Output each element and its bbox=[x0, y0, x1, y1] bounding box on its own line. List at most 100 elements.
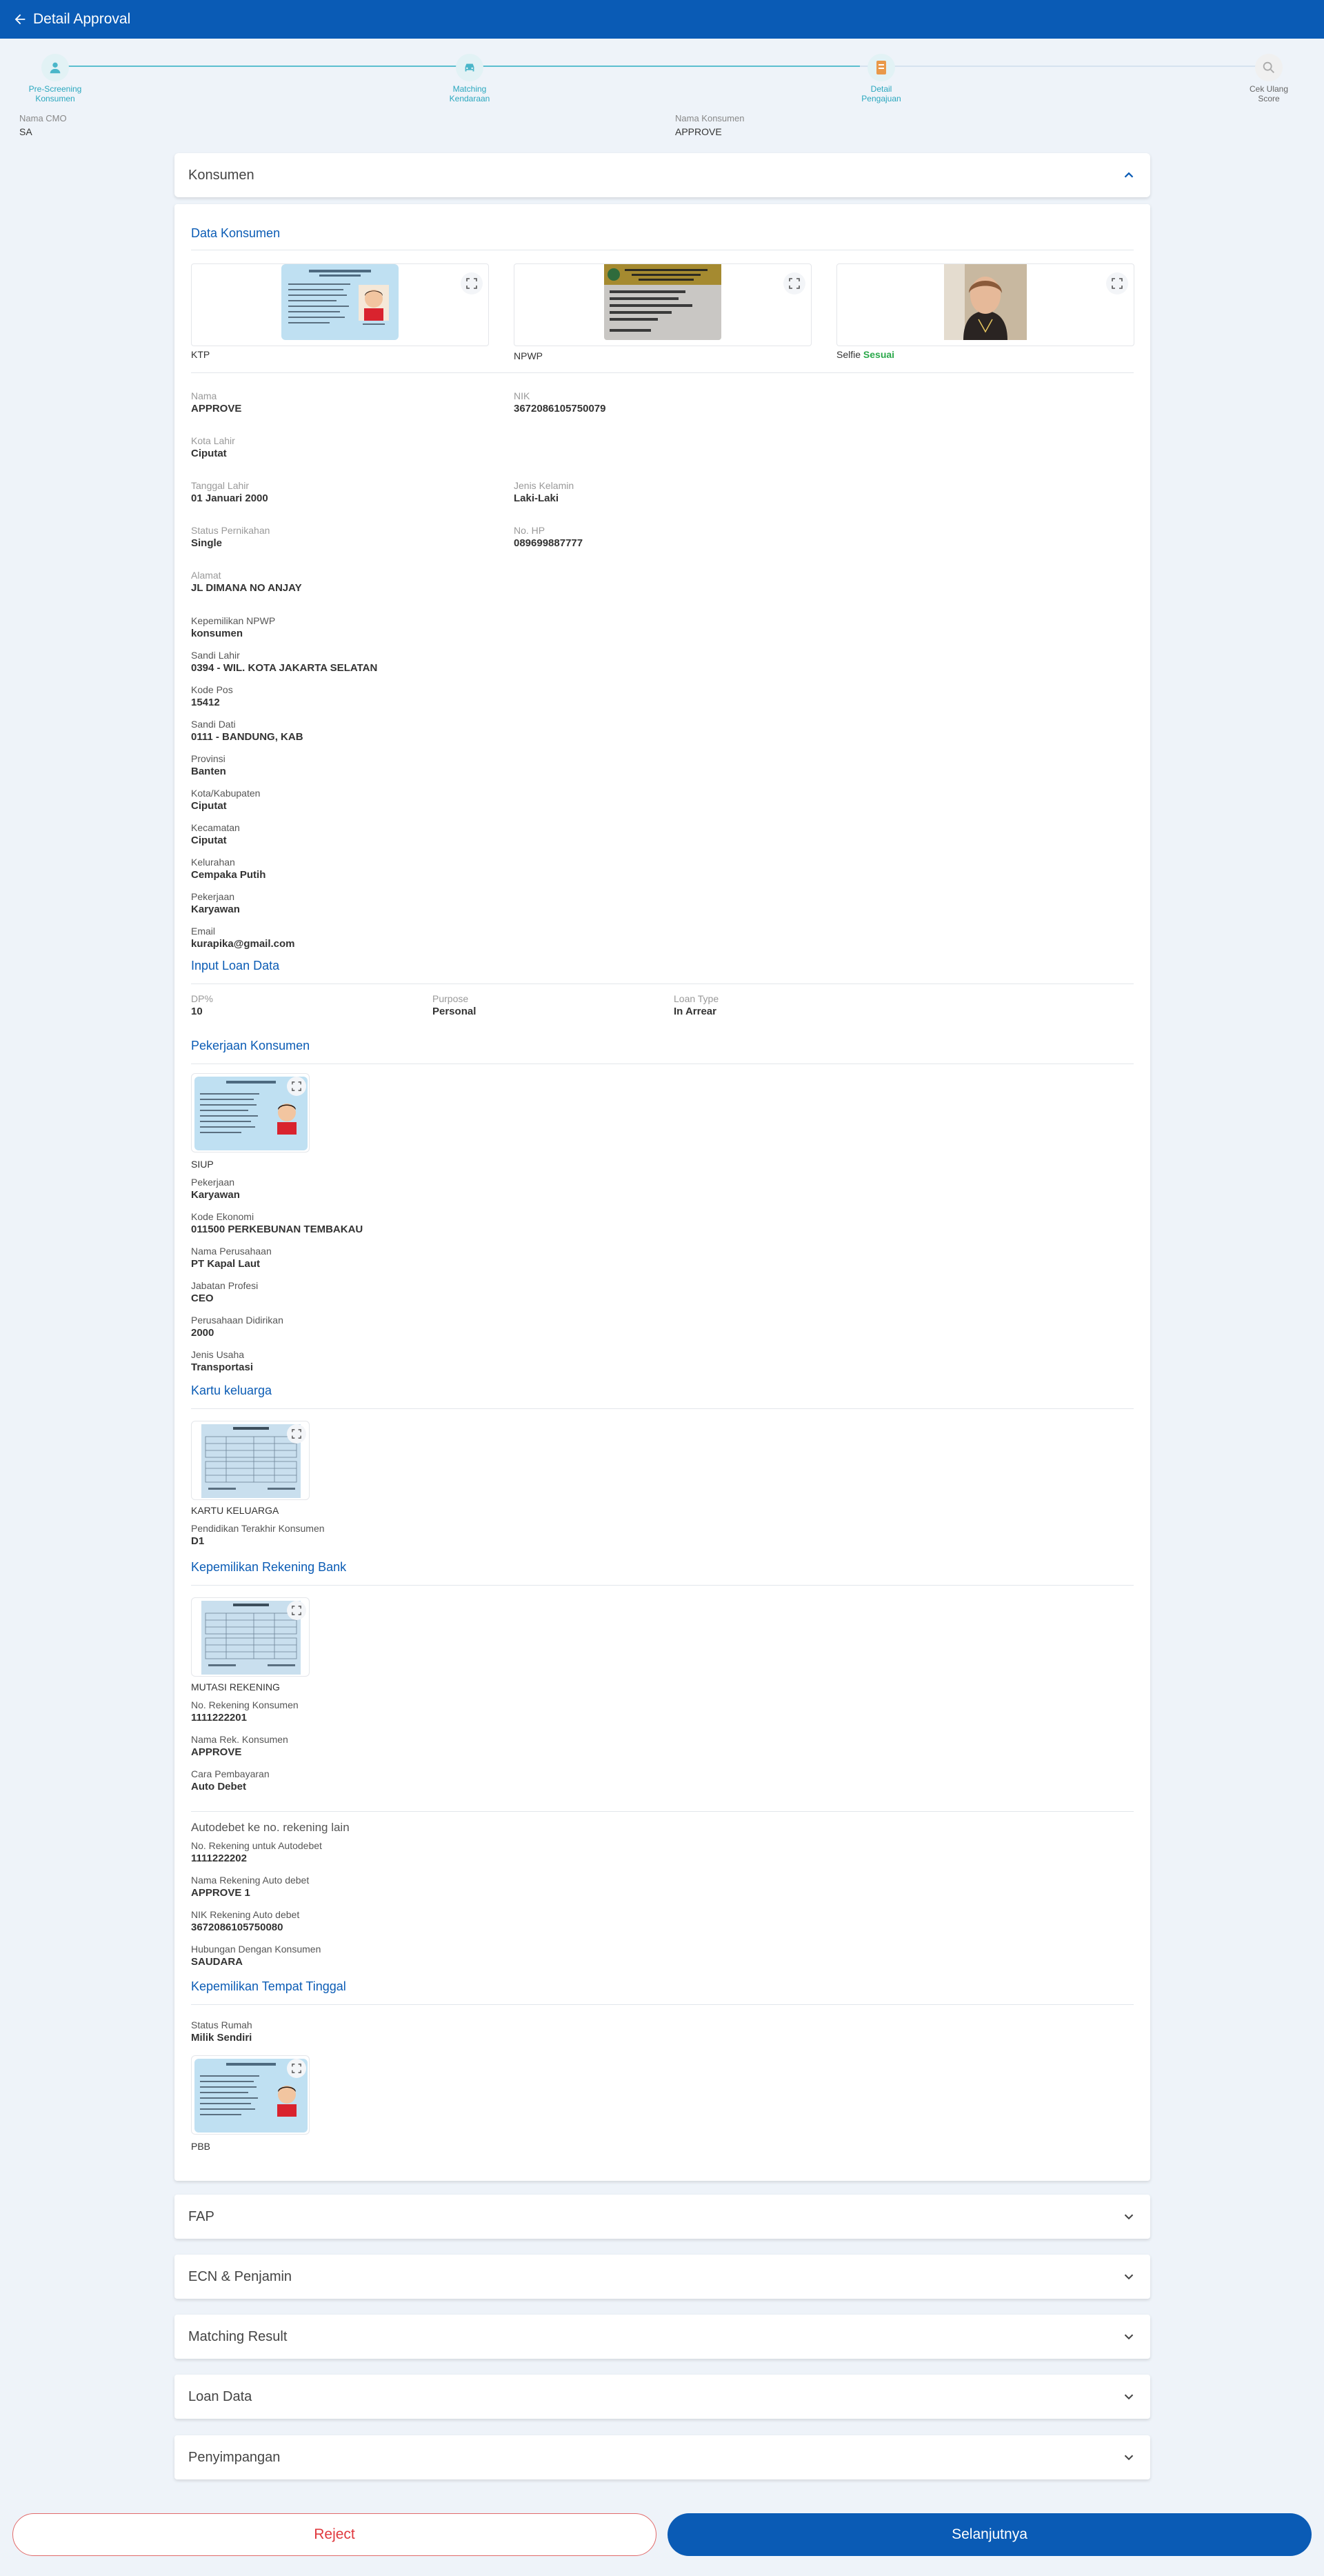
field-value: 0111 - BANDUNG, KAB bbox=[191, 731, 303, 743]
next-button[interactable]: Selanjutnya bbox=[668, 2513, 1312, 2556]
field-kepemilikan-npwp: Kepemilikan NPWP konsumen bbox=[191, 615, 275, 639]
field-hubungan: Hubungan Dengan Konsumen SAUDARA bbox=[191, 1944, 321, 1968]
field-label: Perusahaan Didirikan bbox=[191, 1315, 283, 1326]
step-label-line1: Matching bbox=[452, 84, 487, 94]
pbb-document[interactable] bbox=[191, 2055, 310, 2135]
step-label-line1: Cek Ulang bbox=[1249, 84, 1289, 94]
field-kode-pos: Kode Pos 15412 bbox=[191, 684, 233, 708]
npwp-document[interactable] bbox=[514, 263, 812, 346]
field-value: APPROVE bbox=[191, 1746, 242, 1758]
step-cek-ulang-score[interactable]: Cek Ulang Score bbox=[1227, 48, 1310, 103]
expand-icon[interactable] bbox=[287, 2059, 306, 2078]
accordion-ecn-penjamin[interactable]: ECN & Penjamin bbox=[174, 2255, 1150, 2299]
reject-button[interactable]: Reject bbox=[12, 2513, 656, 2556]
field-label: Jenis Usaha bbox=[191, 1349, 245, 1360]
pbb-label: PBB bbox=[191, 2141, 211, 2152]
accordion-title: ECN & Penjamin bbox=[188, 2268, 292, 2284]
accordion-fap[interactable]: FAP bbox=[174, 2195, 1150, 2239]
field-nama-rekening: Nama Rek. Konsumen APPROVE bbox=[191, 1734, 288, 1758]
field-kecamatan: Kecamatan Ciputat bbox=[191, 822, 240, 846]
field-value: Personal bbox=[432, 1006, 477, 1017]
field-status-pernikahan: Status Pernikahan Single bbox=[191, 525, 270, 549]
field-label: Cara Pembayaran bbox=[191, 1768, 270, 1779]
accordion-title: FAP bbox=[188, 2208, 214, 2224]
npwp-card-image bbox=[604, 264, 721, 340]
accordion-penyimpangan[interactable]: Penyimpangan bbox=[174, 2435, 1150, 2479]
field-value: CEO bbox=[191, 1292, 214, 1304]
expand-icon[interactable] bbox=[287, 1077, 306, 1096]
chevron-down-icon[interactable] bbox=[1121, 2209, 1136, 2224]
field-label: Hubungan Dengan Konsumen bbox=[191, 1944, 321, 1955]
field-label: No. Rekening untuk Autodebet bbox=[191, 1840, 322, 1851]
accordion-loan-data[interactable]: Loan Data bbox=[174, 2375, 1150, 2419]
field-label: Sandi Dati bbox=[191, 719, 236, 730]
mutasi-rekening-document[interactable] bbox=[191, 1597, 310, 1677]
stepper-track bbox=[43, 66, 1281, 67]
cmo-label: Nama CMO bbox=[19, 113, 67, 123]
step-label-line2: Pengajuan bbox=[861, 94, 901, 103]
expand-icon[interactable] bbox=[287, 1424, 306, 1444]
field-value: 01 Januari 2000 bbox=[191, 492, 268, 504]
field-label: Email bbox=[191, 926, 216, 937]
chevron-down-icon[interactable] bbox=[1121, 2389, 1136, 2404]
field-value: 15412 bbox=[191, 697, 220, 708]
field-label: Status Rumah bbox=[191, 2019, 252, 2030]
app-bar: Detail Approval bbox=[0, 0, 1324, 39]
selfie-document[interactable] bbox=[836, 263, 1134, 346]
back-arrow-icon[interactable] bbox=[12, 12, 28, 27]
ktp-card-image bbox=[281, 264, 399, 340]
field-label: Pendidikan Terakhir Konsumen bbox=[191, 1523, 325, 1534]
step-pre-screening[interactable]: Pre-Screening Konsumen bbox=[14, 48, 97, 103]
expand-icon[interactable] bbox=[1106, 272, 1128, 294]
field-no-hp: No. HP 089699887777 bbox=[514, 525, 583, 549]
chevron-down-icon[interactable] bbox=[1121, 2450, 1136, 2465]
ktp-document[interactable] bbox=[191, 263, 489, 346]
field-provinsi: Provinsi Banten bbox=[191, 753, 226, 777]
konsumen-content: Data Konsumen KTP NPWP Selfie Sesuai Nam… bbox=[174, 204, 1150, 2181]
section-input-loan-data: Input Loan Data bbox=[191, 959, 280, 972]
autodebet-subtitle: Autodebet ke no. rekening lain bbox=[191, 1821, 350, 1834]
field-kode-ekonomi: Kode Ekonomi 011500 PERKEBUNAN TEMBAKAU bbox=[191, 1211, 363, 1235]
field-perusahaan-didirikan: Perusahaan Didirikan 2000 bbox=[191, 1315, 283, 1339]
field-jenis-kelamin: Jenis Kelamin Laki-Laki bbox=[514, 480, 574, 504]
field-kota-lahir: Kota Lahir Ciputat bbox=[191, 435, 235, 459]
selfie-status-badge: Sesuai bbox=[863, 349, 895, 360]
expand-icon[interactable] bbox=[783, 272, 805, 294]
chevron-up-icon[interactable] bbox=[1121, 168, 1136, 183]
field-label: Pekerjaan bbox=[191, 891, 235, 902]
kartu-keluarga-document[interactable] bbox=[191, 1421, 310, 1500]
field-value: Ciputat bbox=[191, 800, 227, 812]
field-value: Ciputat bbox=[191, 835, 227, 846]
siup-document[interactable] bbox=[191, 1073, 310, 1152]
field-label: Nama Rek. Konsumen bbox=[191, 1734, 288, 1745]
section-rekening-bank: Kepemilikan Rekening Bank bbox=[191, 1560, 347, 1574]
chevron-down-icon[interactable] bbox=[1121, 2329, 1136, 2344]
field-tanggal-lahir: Tanggal Lahir 01 Januari 2000 bbox=[191, 480, 268, 504]
field-label: Kepemilikan NPWP bbox=[191, 615, 276, 626]
field-value: In Arrear bbox=[674, 1006, 716, 1017]
divider bbox=[191, 372, 1134, 373]
field-value: Karyawan bbox=[191, 903, 240, 915]
field-label: DP% bbox=[191, 993, 213, 1004]
section-data-konsumen: Data Konsumen bbox=[191, 226, 281, 240]
step-matching-kendaraan[interactable]: Matching Kendaraan bbox=[428, 48, 511, 103]
accordion-matching-result[interactable]: Matching Result bbox=[174, 2315, 1150, 2359]
mutasi-label: MUTASI REKENING bbox=[191, 1681, 280, 1693]
field-nik-autodebet: NIK Rekening Auto debet 3672086105750080 bbox=[191, 1909, 299, 1933]
nama-konsumen-value: APPROVE bbox=[675, 126, 722, 137]
field-value: 011500 PERKEBUNAN TEMBAKAU bbox=[191, 1224, 363, 1235]
field-value: 1111222201 bbox=[191, 1712, 247, 1724]
field-sandi-lahir: Sandi Lahir 0394 - WIL. KOTA JAKARTA SELA… bbox=[191, 650, 377, 674]
step-label-line1: Pre-Screening bbox=[28, 84, 82, 94]
field-kota-kabupaten: Kota/Kabupaten Ciputat bbox=[191, 788, 260, 812]
expand-icon[interactable] bbox=[461, 272, 483, 294]
konsumen-accordion-header[interactable]: Konsumen bbox=[174, 153, 1150, 197]
divider bbox=[191, 1811, 1134, 1812]
chevron-down-icon[interactable] bbox=[1121, 2269, 1136, 2284]
field-value: PT Kapal Laut bbox=[191, 1258, 261, 1270]
field-jabatan-profesi: Jabatan Profesi CEO bbox=[191, 1280, 258, 1304]
field-label: Pekerjaan bbox=[191, 1177, 235, 1188]
field-value: SAUDARA bbox=[191, 1956, 243, 1968]
step-detail-pengajuan[interactable]: Detail Pengajuan bbox=[840, 48, 923, 103]
expand-icon[interactable] bbox=[287, 1601, 306, 1620]
